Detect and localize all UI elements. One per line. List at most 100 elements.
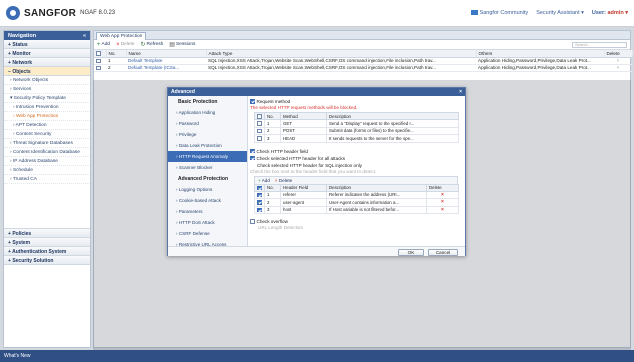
- refresh-button[interactable]: ↻ Refresh: [140, 41, 163, 48]
- col-others[interactable]: Others: [476, 50, 605, 58]
- table-row[interactable]: 1 Default Template SQL Injection,XSS Att…: [94, 57, 632, 65]
- whats-new-link[interactable]: What's New: [4, 353, 31, 359]
- table-row[interactable]: 2 POST Submit data (forms or files) to t…: [254, 126, 459, 135]
- top-links: Sangfor Community Security Assistant ▾ U…: [470, 10, 628, 16]
- row-delete-icon[interactable]: ×: [426, 190, 459, 199]
- table-row[interactable]: 2 Default Template (ICSa... SQL Injectio…: [94, 64, 632, 72]
- table-header-row: No. Header Field Description Delete: [254, 183, 459, 192]
- row-delete-icon[interactable]: ×: [604, 57, 632, 65]
- row-checkbox[interactable]: [257, 128, 262, 134]
- nav-item-content-identification[interactable]: › Content Identification Database: [4, 148, 90, 157]
- table-row[interactable]: 1 referer Referer indicates the address …: [254, 190, 459, 199]
- row-checkbox[interactable]: [257, 192, 262, 198]
- menu-http-request-anomaly[interactable]: › HTTP Request Anomaly: [168, 151, 247, 162]
- request-method-option[interactable]: Request method: [250, 98, 465, 105]
- advanced-protection-header: Advanced Protection: [178, 176, 229, 182]
- nav-item-security-policy-template[interactable]: ▾ Security Policy Template: [4, 94, 90, 103]
- community-link[interactable]: Sangfor Community: [470, 10, 528, 16]
- menu-application-hiding[interactable]: › Application Hiding: [168, 107, 247, 118]
- nav-item-web-app-protection[interactable]: › Web App Protection: [4, 112, 90, 121]
- row-delete-icon[interactable]: ×: [426, 205, 459, 214]
- tab-web-app-protection[interactable]: Web App Protection: [96, 32, 147, 40]
- ok-button[interactable]: OK: [398, 248, 424, 256]
- nav-item-services[interactable]: › Services: [4, 85, 90, 94]
- nav-item-content-security[interactable]: › Content Security: [4, 130, 90, 139]
- overflow-checkbox[interactable]: [250, 219, 255, 224]
- row-checkbox[interactable]: [257, 207, 262, 213]
- menu-csrf-defense[interactable]: › CSRF Defense: [168, 228, 247, 239]
- request-method-checkbox[interactable]: [250, 99, 255, 104]
- menu-http-dos-attack[interactable]: › HTTP DoS Attack: [168, 217, 247, 228]
- nav-item-intrusion-prevention[interactable]: › Intrusion Prevention: [4, 103, 90, 112]
- row-checkbox[interactable]: [257, 121, 262, 126]
- menu-data-leak-protection[interactable]: › Data Leak Protection: [168, 140, 247, 151]
- add-header-button[interactable]: + Add: [258, 178, 270, 183]
- collapse-nav-button[interactable]: «: [83, 33, 86, 39]
- table-row[interactable]: 3 HEAD It sends requests to the server f…: [254, 134, 459, 143]
- nav-item-network-objects[interactable]: › Network Objects: [4, 76, 90, 85]
- col-attack-type[interactable]: Attack Type: [206, 50, 477, 58]
- nav-section-objects[interactable]: − Objects: [4, 67, 90, 76]
- row-checkbox[interactable]: [96, 58, 101, 63]
- sessions-icon: ▤: [169, 42, 175, 48]
- header-field-option[interactable]: Check HTTP header field: [250, 148, 465, 155]
- header-field-toolbar: + Add × Delete: [254, 175, 458, 184]
- row-checkbox[interactable]: [96, 65, 101, 70]
- header-all-attacks-option[interactable]: Check selected HTTP header for all attac…: [250, 155, 465, 162]
- user-menu[interactable]: User: admin ▾: [592, 10, 628, 16]
- row-checkbox[interactable]: [257, 136, 262, 141]
- delete-button[interactable]: × Delete: [116, 42, 134, 48]
- all-attacks-checkbox[interactable]: [250, 155, 255, 161]
- dialog-title: Advanced: [171, 89, 195, 95]
- menu-logging-options[interactable]: › Logging Options: [168, 184, 247, 195]
- nav-section-status[interactable]: + Status: [4, 40, 90, 49]
- nav-section-system[interactable]: + System: [4, 238, 90, 247]
- cancel-button[interactable]: Cancel: [428, 248, 458, 256]
- nav-item-trusted-ca[interactable]: › Trusted CA: [4, 175, 90, 184]
- select-all-checkbox[interactable]: [257, 114, 262, 119]
- select-all-checkbox[interactable]: [96, 51, 101, 56]
- toolbar: + Add × Delete ↻ Refresh ▤ Sessions Search: [94, 40, 630, 50]
- nav-item-ip-address-database[interactable]: › IP Address Database: [4, 157, 90, 166]
- table-row[interactable]: 1 GET Send a "Display" request to the sp…: [254, 119, 459, 128]
- nav-section-network[interactable]: + Network: [4, 58, 90, 67]
- delete-header-button[interactable]: × Delete: [275, 178, 292, 183]
- refresh-icon: ↻: [140, 42, 146, 48]
- table-row[interactable]: 2 user-agent User-Agent contains informa…: [254, 198, 459, 207]
- sessions-button[interactable]: ▤ Sessions: [169, 41, 195, 48]
- header-field-checkbox[interactable]: [250, 148, 255, 154]
- overflow-option[interactable]: Check overflow: [250, 218, 465, 225]
- template-name-link[interactable]: Default Template: [126, 57, 206, 65]
- nav-section-security-solution[interactable]: + Security Solution: [4, 256, 90, 265]
- col-name[interactable]: Name: [126, 50, 207, 58]
- tab-strip: Web App Protection: [94, 31, 630, 40]
- menu-parameters[interactable]: › Parameters: [168, 206, 247, 217]
- nav-section-policies[interactable]: + Policies: [4, 229, 90, 238]
- nav-item-apt-detection[interactable]: › APT Detection: [4, 121, 90, 130]
- nav-section-authentication[interactable]: + Authentication System: [4, 247, 90, 256]
- url-length-detection: URL Length Detection: [258, 225, 304, 230]
- row-delete-icon[interactable]: ×: [604, 64, 632, 72]
- nav-item-schedule[interactable]: › Schedule: [4, 166, 90, 175]
- menu-cookie-based-attack[interactable]: › Cookie-based Attack: [168, 195, 247, 206]
- select-all-checkbox[interactable]: [257, 185, 262, 191]
- search-input[interactable]: Search: [572, 41, 627, 48]
- table-row[interactable]: 3 host If Host variable is not filtered …: [254, 205, 459, 214]
- nav-section-monitor[interactable]: + Monitor: [4, 49, 90, 58]
- header-sql-only-option[interactable]: Check selected HTTP header for SQL injec…: [250, 162, 465, 169]
- header-field-hint: Check the box next to the header field t…: [250, 168, 377, 174]
- status-bar: What's New: [0, 350, 634, 362]
- add-button[interactable]: + Add: [97, 42, 110, 48]
- menu-scanner-blocker[interactable]: › Scanner Blocker: [168, 162, 247, 173]
- dialog-sidebar: Basic Protection › Application Hiding › …: [168, 96, 248, 247]
- menu-privilege[interactable]: › Privilege: [168, 129, 247, 140]
- nav-spacer: [4, 184, 90, 229]
- menu-password[interactable]: › Password: [168, 118, 247, 129]
- nav-item-threat-signature[interactable]: › Threat Signature Databases: [4, 139, 90, 148]
- template-name-link[interactable]: Default Template (ICSa...: [126, 64, 206, 72]
- row-delete-icon[interactable]: ×: [426, 198, 459, 207]
- row-checkbox[interactable]: [257, 200, 262, 205]
- close-icon[interactable]: ×: [459, 89, 462, 95]
- security-assistant-link[interactable]: Security Assistant ▾: [536, 10, 584, 16]
- col-no[interactable]: No.: [106, 50, 127, 58]
